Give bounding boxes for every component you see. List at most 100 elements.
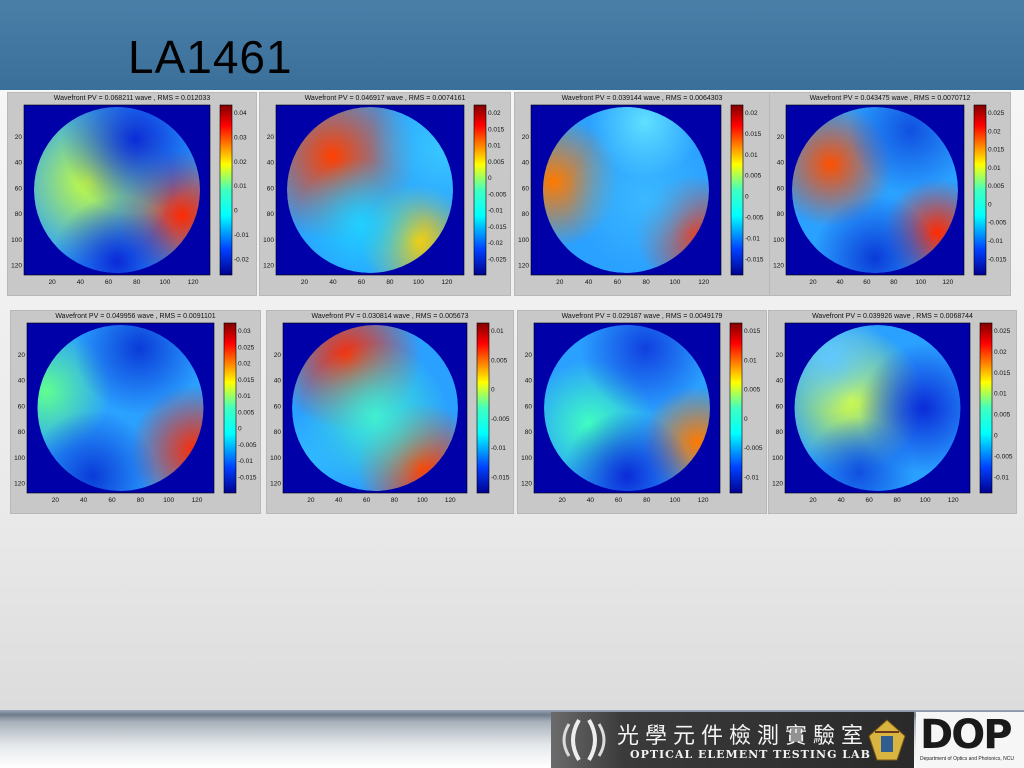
x-tick-label: 60	[615, 497, 623, 504]
lens-icon	[562, 718, 606, 762]
colorbar-tick-label: 0	[238, 426, 242, 433]
colorbar-tick-label: 0	[744, 416, 748, 423]
y-tick-label: 100	[270, 455, 281, 462]
colorbar-tick-label: -0.01	[234, 232, 249, 239]
x-tick-label: 60	[863, 279, 871, 286]
colorbar-tick-label: 0.01	[988, 165, 1001, 172]
slide-title: LA1461	[128, 31, 293, 83]
y-tick-label: 40	[776, 378, 784, 385]
y-tick-label: 120	[518, 263, 529, 270]
x-tick-label: 40	[837, 497, 845, 504]
y-tick-label: 40	[18, 378, 26, 385]
x-tick-label: 100	[669, 497, 680, 504]
y-tick-label: 100	[521, 455, 532, 462]
colorbar-tick-label: 0.02	[988, 128, 1001, 135]
y-tick-label: 120	[772, 481, 783, 488]
y-tick-label: 60	[267, 185, 275, 192]
y-tick-label: 20	[776, 352, 784, 359]
x-tick-label: 20	[556, 279, 564, 286]
wavefront-map: 20 40 60 80 100 120 20 40 60 80 100 120 0.04 0.03 0.02…	[11, 104, 249, 286]
x-tick-label: 40	[585, 279, 593, 286]
colorbar-tick-label: -0.02	[488, 240, 503, 247]
colorbar-tick-label: -0.01	[238, 458, 253, 465]
y-tick-label: 100	[14, 455, 25, 462]
y-tick-label: 40	[15, 160, 23, 167]
x-tick-label: 100	[163, 497, 174, 504]
y-tick-label: 60	[15, 185, 23, 192]
x-tick-label: 20	[307, 497, 315, 504]
wavefront-map: 20 40 60 80 100 120 20 40 60 80 100 120 0.03 0.025 0.0…	[14, 322, 257, 504]
y-tick-label: 60	[274, 403, 282, 410]
x-tick-label: 120	[942, 279, 953, 286]
x-tick-label: 80	[643, 497, 651, 504]
colorbar-tick-label: 0	[988, 201, 992, 208]
colorbar-tick-label: -0.015	[745, 256, 764, 263]
colorbar-tick-label: -0.015	[491, 474, 510, 481]
colorbar-tick-label: 0.005	[988, 183, 1005, 190]
x-tick-label: 60	[108, 497, 116, 504]
colorbar-tick-label: -0.01	[994, 474, 1009, 481]
x-tick-label: 100	[920, 497, 931, 504]
wavefront-map: 20 40 60 80 100 120 20 40 60 80 100 120 0.025 0.02 0.0…	[773, 104, 1007, 286]
x-tick-label: 40	[77, 279, 85, 286]
wavefront-panel-6: Wavefront PV = 0.030814 wave , RMS = 0.0…	[266, 310, 514, 514]
colorbar-tick-label: 0.005	[238, 409, 255, 416]
colorbar-tick-label: -0.015	[988, 256, 1007, 263]
colorbar-tick-label: 0.01	[488, 143, 501, 150]
x-tick-label: 120	[698, 497, 709, 504]
colorbar-tick-label: 0.015	[745, 131, 762, 138]
y-tick-label: 100	[11, 237, 22, 244]
y-tick-label: 120	[270, 481, 281, 488]
colorbar-tick-label: 0.01	[744, 357, 757, 364]
y-tick-label: 60	[18, 403, 26, 410]
y-tick-label: 80	[274, 429, 282, 436]
wavefront-map: 20 40 60 80 100 120 20 40 60 80 100 120 0.01 0.005 0 -0…	[270, 322, 510, 504]
colorbar-tick-label: 0.025	[238, 344, 255, 351]
wavefront-panel-8: Wavefront PV = 0.039926 wave , RMS = 0.0…	[768, 310, 1017, 514]
colorbar-tick-label: 0.02	[745, 110, 758, 117]
x-tick-label: 40	[329, 279, 337, 286]
x-tick-label: 100	[417, 497, 428, 504]
wavefront-map: 20 40 60 80 100 120 20 40 60 80 100 120 0.025 0.02 0.0…	[772, 322, 1013, 504]
colorbar-tick-label: -0.025	[488, 256, 507, 263]
colorbar-tick-label: 0	[234, 208, 238, 215]
x-tick-label: 80	[643, 279, 651, 286]
x-tick-label: 120	[948, 497, 959, 504]
y-tick-label: 40	[522, 160, 530, 167]
colorbar-tick-label: 0.02	[238, 361, 251, 368]
y-tick-label: 80	[267, 211, 275, 218]
colorbar-tick-label: 0.015	[988, 147, 1005, 154]
colorbar-tick-label: 0.015	[488, 126, 505, 133]
x-tick-label: 20	[809, 279, 817, 286]
colorbar	[730, 104, 744, 276]
x-tick-label: 20	[52, 497, 60, 504]
colorbar-tick-label: 0.02	[994, 349, 1007, 356]
colorbar-tick-label: -0.02	[234, 256, 249, 263]
y-tick-label: 80	[776, 429, 784, 436]
colorbar	[729, 322, 743, 494]
colorbar-tick-label: 0.03	[238, 328, 251, 335]
colorbar-tick-label: -0.01	[744, 474, 759, 481]
x-tick-label: 40	[836, 279, 844, 286]
x-tick-label: 60	[865, 497, 873, 504]
y-tick-label: 20	[267, 134, 275, 141]
y-tick-label: 80	[18, 429, 26, 436]
colorbar-tick-label: 0.015	[994, 370, 1011, 377]
y-tick-label: 120	[11, 263, 22, 270]
university-emblem-icon	[868, 719, 906, 761]
colorbar-tick-label: 0.03	[234, 134, 247, 141]
x-tick-label: 120	[441, 279, 452, 286]
colorbar-tick-label: -0.005	[488, 191, 507, 198]
wavefront-panel-1: Wavefront PV = 0.068211 wave , RMS = 0.0…	[7, 92, 257, 296]
y-tick-label: 60	[776, 403, 784, 410]
colorbar-tick-label: 0.01	[745, 152, 758, 159]
x-tick-label: 40	[587, 497, 595, 504]
x-tick-label: 100	[413, 279, 424, 286]
wavefront-panel-2: Wavefront PV = 0.046917 wave , RMS = 0.0…	[259, 92, 511, 296]
x-tick-label: 100	[915, 279, 926, 286]
lab-name-english: OPTICAL ELEMENT TESTING LAB	[630, 748, 871, 761]
y-tick-label: 80	[777, 211, 785, 218]
wavefront-map: 20 40 60 80 100 120 20 40 60 80 100 120 0.015 0.01 0.0…	[521, 322, 763, 504]
y-tick-label: 20	[525, 352, 533, 359]
colorbar-tick-label: 0.01	[238, 393, 251, 400]
